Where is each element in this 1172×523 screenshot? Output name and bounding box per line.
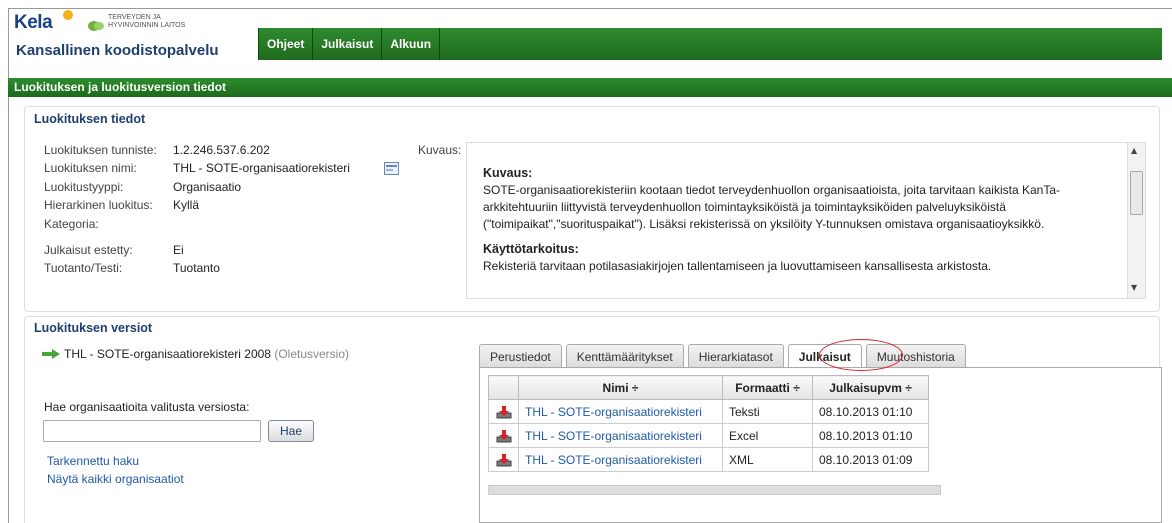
download-cell[interactable]: [488, 447, 519, 472]
info-fields: Luokituksen tunniste: 1.2.246.537.6.202 …: [44, 143, 464, 303]
edit-name-icon[interactable]: [384, 162, 399, 175]
row-name-link[interactable]: THL - SOTE-organisaatiorekisteri: [518, 447, 723, 472]
description-heading: Kuvaus:: [483, 166, 533, 180]
field-label-kategoria: Kategoria:: [44, 217, 99, 231]
description-box[interactable]: Kuvaus: SOTE-organisaatiorekisteriin koo…: [466, 142, 1146, 299]
nav-alkuun[interactable]: Alkuun: [382, 28, 441, 60]
col-header-julkaisupvm[interactable]: Julkaisupvm ÷: [812, 375, 929, 400]
search-button[interactable]: Hae: [268, 420, 314, 442]
table-row: THL - SOTE-organisaatiorekisteri XML 08.…: [488, 447, 929, 472]
version-default-tag: (Oletusversio): [274, 347, 350, 361]
scroll-thumb[interactable]: [1130, 171, 1143, 215]
description-label-text: Kuvaus:: [418, 143, 462, 157]
row-date: 08.10.2013 01:10: [812, 399, 929, 424]
info-panel-title: Luokituksen tiedot: [34, 112, 146, 126]
download-icon[interactable]: [496, 429, 512, 443]
row-format: Teksti: [722, 399, 813, 424]
row-date: 08.10.2013 01:09: [812, 447, 929, 472]
field-label-estetty: Julkaisut estetty:: [44, 243, 133, 257]
highlight-circle: [819, 339, 903, 371]
nav-julkaisut[interactable]: Julkaisut: [313, 28, 383, 60]
row-date: 08.10.2013 01:10: [812, 423, 929, 448]
show-all-organizations-link[interactable]: Näytä kaikki organisaatiot: [47, 472, 184, 486]
row-name-link[interactable]: THL - SOTE-organisaatiorekisteri: [518, 423, 723, 448]
versions-panel-title: Luokituksen versiot: [34, 321, 153, 335]
search-label: Hae organisaatioita valitusta versiosta:: [44, 400, 250, 414]
main-navbar: Ohjeet Julkaisut Alkuun: [258, 28, 1162, 60]
description-scrollbar[interactable]: ▲ ▼: [1127, 143, 1145, 298]
col-header-download: [488, 375, 519, 400]
field-label-hierarkinen: Hierarkinen luokitus:: [44, 198, 153, 212]
search-input[interactable]: [43, 420, 261, 442]
app-title: Kansallinen koodistopalvelu: [16, 42, 219, 59]
field-value-estetty: Ei: [173, 243, 184, 257]
col-header-formaatti[interactable]: Formaatti ÷: [722, 375, 813, 400]
table-row: THL - SOTE-organisaatiorekisteri Teksti …: [488, 399, 929, 424]
field-label-nimi: Luokituksen nimi:: [44, 161, 137, 175]
version-name: THL - SOTE-organisaatiorekisteri 2008: [64, 347, 271, 361]
kela-logo-dot-icon: [63, 10, 73, 20]
thl-logo-text: TERVEYDEN JA HYVINVOINNIN LAITOS: [108, 14, 186, 29]
row-format: Excel: [722, 423, 813, 448]
tab-hierarkiatasot[interactable]: Hierarkiatasot: [687, 344, 784, 368]
usage-text: Rekisteriä tarvitaan potilasasiakirjojen…: [483, 259, 992, 273]
scroll-down-arrow-icon[interactable]: ▼: [1131, 283, 1137, 292]
row-name-link[interactable]: THL - SOTE-organisaatiorekisteri: [518, 399, 723, 424]
description-text: SOTE-organisaatiorekisteriin kootaan tie…: [483, 183, 1060, 231]
row-format: XML: [722, 447, 813, 472]
col-header-nimi[interactable]: Nimi ÷: [518, 375, 723, 400]
tab-kenttamaaritykset[interactable]: Kenttämääritykset: [565, 344, 684, 368]
field-label-tuotanto: Tuotanto/Testi:: [44, 261, 123, 275]
selected-version[interactable]: THL - SOTE-organisaatiorekisteri 2008 (O…: [64, 347, 349, 361]
publications-table: Nimi ÷ Formaatti ÷ Julkaisupvm ÷ THL - S…: [488, 375, 929, 472]
section-title-bar: Luokituksen ja luokitusversion tiedot: [8, 78, 1172, 97]
table-row: THL - SOTE-organisaatiorekisteri Excel 0…: [488, 423, 929, 448]
thl-leaf-icon: [88, 21, 104, 31]
kela-logo: Kela: [14, 12, 53, 33]
usage-heading: Käyttötarkoitus:: [483, 242, 579, 256]
advanced-search-link[interactable]: Tarkennettu haku: [47, 454, 139, 468]
table-header-row: Nimi ÷ Formaatti ÷ Julkaisupvm ÷: [488, 375, 929, 400]
field-value-tyyppi: Organisaatio: [173, 180, 242, 194]
scroll-up-arrow-icon[interactable]: ▲: [1131, 146, 1137, 155]
arrow-right-icon: [42, 349, 60, 359]
table-footer: [488, 485, 941, 495]
field-value-tuotanto: Tuotanto: [173, 261, 220, 275]
field-value-hierarkinen: Kyllä: [173, 198, 200, 212]
field-value-nimi: THL - SOTE-organisaatiorekisteri: [173, 161, 350, 175]
tab-perustiedot[interactable]: Perustiedot: [479, 344, 562, 368]
download-icon[interactable]: [496, 453, 512, 467]
download-icon[interactable]: [496, 405, 512, 419]
download-cell[interactable]: [488, 423, 519, 448]
field-value-tunniste: 1.2.246.537.6.202: [173, 143, 270, 157]
field-label-tyyppi: Luokitustyyppi:: [44, 180, 124, 194]
download-cell[interactable]: [488, 399, 519, 424]
field-label-tunniste: Luokituksen tunniste:: [44, 143, 157, 157]
nav-ohjeet[interactable]: Ohjeet: [258, 28, 314, 60]
